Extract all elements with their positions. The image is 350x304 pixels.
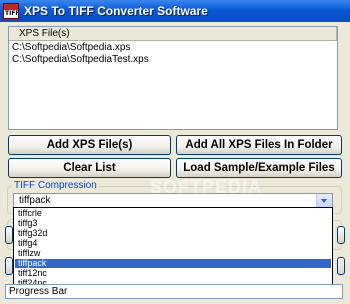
load-sample-button[interactable]: Load Sample/Example Files [176, 158, 342, 178]
column-header-xps-files[interactable]: XPS File(s) [9, 27, 337, 41]
column-header-label: XPS File(s) [19, 28, 70, 39]
app-icon: TIFF [3, 3, 19, 19]
hidden-button-left[interactable] [5, 226, 13, 244]
add-all-folder-button[interactable]: Add All XPS Files In Folder [176, 135, 342, 155]
compression-dropdown-list[interactable]: tiffcrle tiffg3 tiffg32d tiffg4 tifflzw … [13, 207, 333, 289]
hidden-button-right[interactable] [337, 226, 345, 244]
file-list[interactable]: XPS File(s) C:\Softpedia\Softpedia.xps C… [8, 26, 338, 130]
list-item[interactable]: C:\Softpedia\SoftpediaTest.xps [12, 54, 149, 66]
compression-select[interactable]: tiffpack [13, 193, 333, 208]
dropdown-option[interactable]: tiffg32d [15, 229, 331, 238]
dropdown-option[interactable]: tiffg3 [15, 219, 331, 228]
dropdown-option-selected[interactable]: tiffpack [15, 259, 331, 268]
compression-select-value: tiffpack [19, 195, 51, 206]
add-files-button[interactable]: Add XPS File(s) [8, 135, 171, 155]
title-bar[interactable]: TIFF XPS To TIFF Converter Software [0, 0, 350, 22]
hidden-button-right-2[interactable] [337, 257, 345, 275]
window-title: XPS To TIFF Converter Software [24, 4, 208, 18]
tiff-compression-label: TIFF Compression [12, 180, 99, 191]
chevron-down-icon[interactable] [316, 194, 332, 207]
list-item[interactable]: C:\Softpedia\Softpedia.xps [12, 42, 130, 54]
dropdown-option[interactable]: tiff12nc [15, 269, 331, 278]
hidden-button-left-2[interactable] [5, 257, 13, 275]
dropdown-option[interactable]: tiffcrle [15, 209, 331, 218]
progress-bar-label: Progress Bar [9, 286, 68, 297]
dropdown-option[interactable]: tiffg4 [15, 239, 331, 248]
dropdown-option[interactable]: tifflzw [15, 249, 331, 258]
progress-bar: Progress Bar [5, 284, 343, 299]
clear-list-button[interactable]: Clear List [8, 158, 171, 178]
